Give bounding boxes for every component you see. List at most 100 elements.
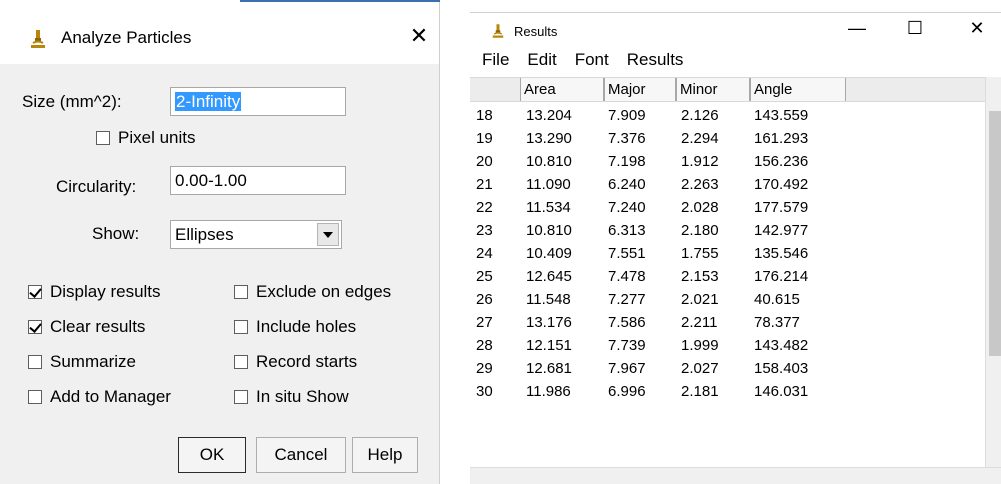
in-situ-show-checkbox[interactable]: In situ Show: [234, 387, 349, 407]
table-row[interactable]: 26 11.548 7.277 2.021 40.615: [470, 288, 985, 311]
display-results-checkbox[interactable]: Display results: [28, 282, 161, 302]
show-select-value: Ellipses: [175, 225, 234, 244]
show-select[interactable]: Ellipses: [170, 220, 342, 249]
maximize-icon[interactable]: ☐: [900, 18, 930, 39]
cell-area: 12.151: [526, 337, 572, 354]
table-row[interactable]: 24 10.409 7.551 1.755 135.546: [470, 242, 985, 265]
table-row[interactable]: 27 13.176 7.586 2.211 78.377: [470, 311, 985, 334]
cell-angle: 135.546: [754, 245, 809, 262]
include-holes-box[interactable]: [234, 320, 248, 334]
cell-angle: 78.377: [754, 314, 800, 331]
cell-minor: 2.180: [681, 222, 719, 239]
results-table-body: 18 13.204 7.909 2.126 143.559 19 13.290 7.376 2.…: [470, 104, 985, 403]
cancel-button[interactable]: Cancel: [256, 437, 346, 473]
exclude-on-edges-checkbox[interactable]: Exclude on edges: [234, 282, 391, 302]
cell-major: 7.478: [608, 268, 646, 285]
display-results-box[interactable]: [28, 285, 42, 299]
cell-angle: 177.579: [754, 199, 809, 216]
row-number: 25: [476, 268, 493, 285]
cell-major: 7.909: [608, 107, 646, 124]
record-starts-checkbox[interactable]: Record starts: [234, 352, 357, 372]
cell-angle: 143.482: [754, 337, 809, 354]
column-header-minor[interactable]: Minor: [676, 78, 750, 101]
window-top-border: [470, 12, 1001, 13]
table-row[interactable]: 29 12.681 7.967 2.027 158.403: [470, 357, 985, 380]
minimize-icon[interactable]: —: [842, 18, 872, 39]
table-row[interactable]: 28 12.151 7.739 1.999 143.482: [470, 334, 985, 357]
display-results-label: Display results: [50, 282, 161, 301]
close-icon[interactable]: ✕: [406, 22, 432, 50]
cell-angle: 156.236: [754, 153, 809, 170]
column-header-area[interactable]: Area: [520, 78, 604, 101]
cell-area: 12.645: [526, 268, 572, 285]
row-number: 23: [476, 222, 493, 239]
cell-area: 10.810: [526, 222, 572, 239]
close-icon[interactable]: ✕: [962, 18, 992, 39]
column-header-angle[interactable]: Angle: [750, 78, 846, 101]
cell-area: 11.986: [526, 383, 571, 400]
cell-angle: 40.615: [754, 291, 800, 308]
summarize-box[interactable]: [28, 355, 42, 369]
include-holes-checkbox[interactable]: Include holes: [234, 317, 356, 337]
vertical-scrollbar[interactable]: [985, 77, 1001, 467]
table-header: Area Major Minor Angle: [470, 77, 985, 102]
table-row[interactable]: 30 11.986 6.996 2.181 146.031: [470, 380, 985, 403]
pixel-units-box[interactable]: [96, 131, 110, 145]
cell-area: 11.534: [526, 199, 571, 216]
titlebar-accent-line: [240, 0, 440, 2]
cell-major: 6.240: [608, 176, 646, 193]
cell-angle: 170.492: [754, 176, 809, 193]
table-row[interactable]: 21 11.090 6.240 2.263 170.492: [470, 173, 985, 196]
cell-minor: 2.153: [681, 268, 719, 285]
size-input-value: 2-Infinity: [175, 92, 242, 111]
dialog-title: Analyze Particles: [61, 28, 192, 47]
in-situ-show-box[interactable]: [234, 390, 248, 404]
cell-angle: 142.977: [754, 222, 809, 239]
microscope-icon: [31, 30, 45, 48]
add-to-manager-checkbox[interactable]: Add to Manager: [28, 387, 171, 407]
show-label: Show:: [92, 224, 140, 243]
help-button[interactable]: Help: [352, 437, 418, 473]
cell-major: 7.240: [608, 199, 646, 216]
menu-results[interactable]: Results: [627, 50, 684, 72]
column-header-major[interactable]: Major: [604, 78, 676, 101]
exclude-on-edges-label: Exclude on edges: [256, 282, 392, 301]
row-number: 29: [476, 360, 493, 377]
table-row[interactable]: 23 10.810 6.313 2.180 142.977: [470, 219, 985, 242]
menu-file[interactable]: File: [482, 50, 509, 72]
table-row[interactable]: 18 13.204 7.909 2.126 143.559: [470, 104, 985, 127]
exclude-on-edges-box[interactable]: [234, 285, 248, 299]
dialog-titlebar: Analyze Particles ✕: [0, 0, 440, 64]
circularity-input[interactable]: 0.00-1.00: [170, 166, 346, 195]
cell-angle: 158.403: [754, 360, 809, 377]
clear-results-checkbox[interactable]: Clear results: [28, 317, 145, 337]
menu-edit[interactable]: Edit: [527, 50, 556, 72]
add-to-manager-box[interactable]: [28, 390, 42, 404]
cell-minor: 2.181: [681, 383, 719, 400]
menu-font[interactable]: Font: [575, 50, 609, 72]
row-number: 28: [476, 337, 493, 354]
row-number: 26: [476, 291, 493, 308]
cell-major: 7.739: [608, 337, 646, 354]
size-input[interactable]: 2-Infinity: [170, 87, 346, 116]
chevron-down-icon[interactable]: [317, 223, 339, 246]
table-row[interactable]: 19 13.290 7.376 2.294 161.293: [470, 127, 985, 150]
scrollbar-thumb[interactable]: [989, 111, 1001, 356]
row-number: 18: [476, 107, 493, 124]
cell-minor: 2.211: [681, 314, 718, 331]
table-row[interactable]: 25 12.645 7.478 2.153 176.214: [470, 265, 985, 288]
row-number: 21: [476, 176, 493, 193]
pixel-units-checkbox[interactable]: Pixel units: [96, 128, 195, 148]
clear-results-box[interactable]: [28, 320, 42, 334]
summarize-checkbox[interactable]: Summarize: [28, 352, 136, 372]
table-row[interactable]: 20 10.810 7.198 1.912 156.236: [470, 150, 985, 173]
row-number: 24: [476, 245, 493, 262]
record-starts-label: Record starts: [256, 352, 358, 371]
row-number: 20: [476, 153, 493, 170]
record-starts-box[interactable]: [234, 355, 248, 369]
analyze-particles-dialog: Analyze Particles ✕ Size (mm^2): 2-Infin…: [0, 0, 440, 484]
circularity-label: Circularity:: [56, 177, 137, 196]
table-row[interactable]: 22 11.534 7.240 2.028 177.579: [470, 196, 985, 219]
horizontal-scrollbar[interactable]: [470, 467, 1001, 484]
ok-button[interactable]: OK: [178, 437, 246, 473]
